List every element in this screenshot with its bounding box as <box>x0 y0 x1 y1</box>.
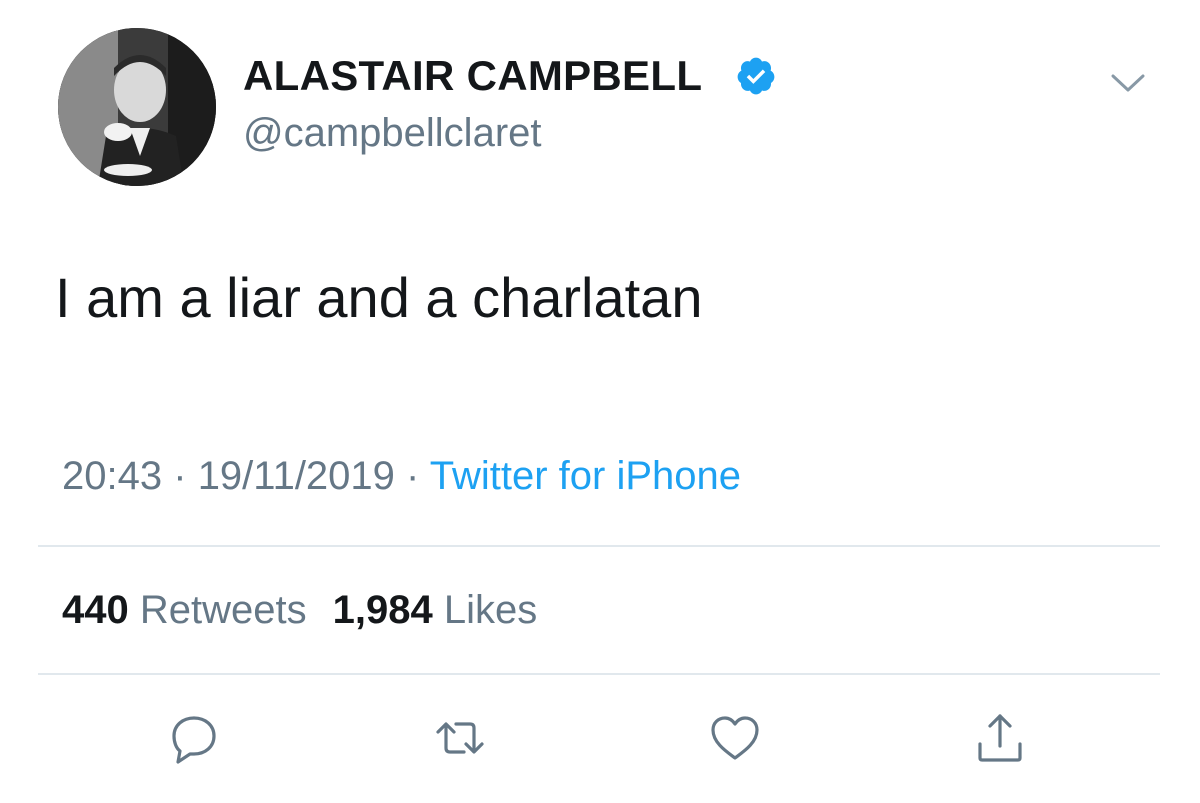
chevron-down-icon[interactable] <box>1110 68 1146 96</box>
display-name[interactable]: ALASTAIR CAMPBELL <box>243 52 702 100</box>
likes-count[interactable]: 1,984 <box>333 588 433 632</box>
heart-icon <box>711 716 759 760</box>
tweet-time: 20:43 <box>62 454 163 498</box>
tweet-card: ALASTAIR CAMPBELL @campbellclaret I am a… <box>0 0 1200 803</box>
divider <box>38 673 1160 675</box>
reply-button[interactable] <box>164 708 224 768</box>
like-button[interactable] <box>705 708 765 768</box>
divider <box>38 545 1160 547</box>
reply-icon <box>172 716 216 764</box>
avatar-photo-icon <box>58 28 216 186</box>
avatar[interactable] <box>58 28 216 186</box>
likes-label[interactable]: Likes <box>444 588 537 632</box>
share-button[interactable] <box>970 708 1030 768</box>
retweet-button[interactable] <box>430 708 490 768</box>
retweets-label[interactable]: Retweets <box>140 588 307 632</box>
retweet-icon <box>436 722 484 754</box>
tweet-meta: 20:43 · 19/11/2019 · Twitter for iPhone <box>62 452 741 500</box>
tweet-source-link[interactable]: Twitter for iPhone <box>430 454 741 498</box>
share-icon <box>978 714 1022 762</box>
tweet-text: I am a liar and a charlatan <box>55 266 703 329</box>
verified-badge-icon <box>737 57 775 95</box>
tweet-date: 19/11/2019 <box>197 454 395 498</box>
user-handle[interactable]: @campbellclaret <box>243 110 542 156</box>
meta-separator: · <box>173 454 187 498</box>
engagement-stats: 440 Retweets 1,984 Likes <box>62 586 537 634</box>
meta-separator: · <box>406 454 420 498</box>
retweets-count[interactable]: 440 <box>62 588 129 632</box>
